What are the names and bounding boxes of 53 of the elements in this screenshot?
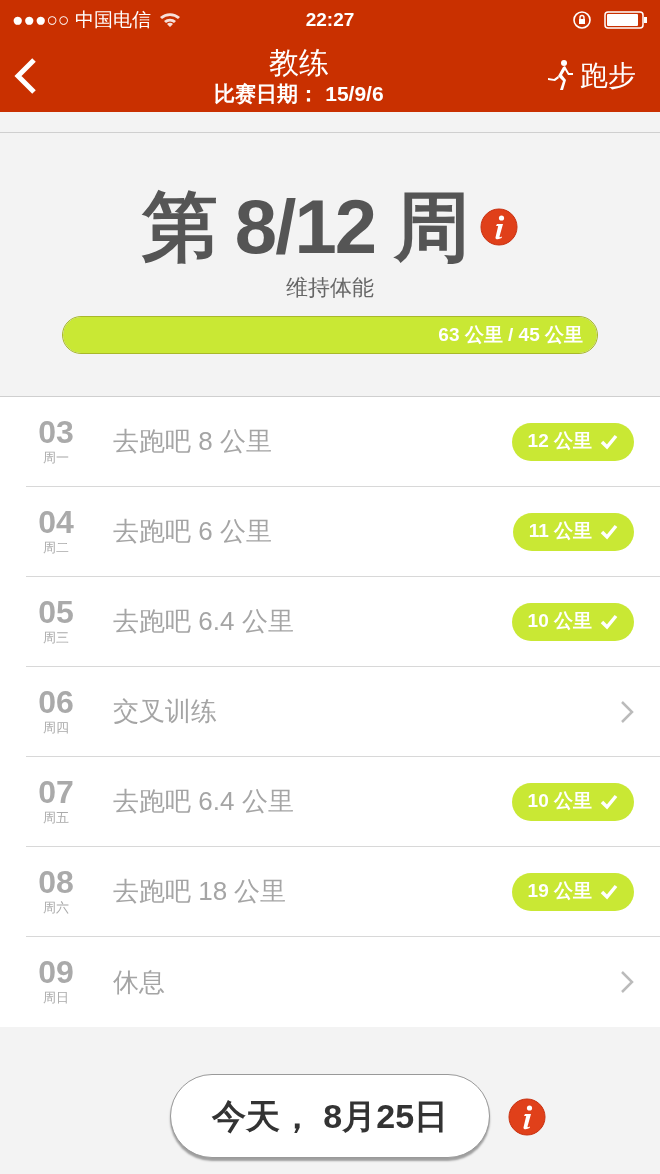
carrier-signal: ●●●○○ 中国电信	[12, 7, 151, 32]
chevron-icon	[620, 970, 634, 994]
battery-icon	[604, 10, 648, 30]
workout-row[interactable]: 08 周六 去跑吧 18 公里 19 公里	[26, 847, 660, 937]
race-date: 比赛日期： 15/9/6	[214, 81, 384, 107]
workout-label: 去跑吧 6 公里	[113, 515, 273, 548]
day-number: 07	[38, 775, 74, 808]
day-number: 04	[38, 505, 74, 538]
completed-badge: 11 公里	[512, 512, 634, 551]
day-number: 06	[38, 685, 74, 718]
check-icon	[600, 523, 618, 540]
completed-badge: 10 公里	[511, 602, 634, 641]
phase-label: 维持体能	[286, 274, 374, 302]
workout-label: 去跑吧 18 公里	[113, 875, 288, 908]
weekday-label: 周二	[43, 538, 69, 557]
check-icon	[600, 793, 618, 810]
workout-label: 休息	[113, 965, 166, 999]
weekday-label: 周六	[43, 898, 69, 917]
chevron-icon	[620, 699, 634, 724]
workout-label: 交叉训练	[113, 695, 218, 728]
day-number: 03	[38, 415, 74, 448]
workout-row[interactable]: 07 周五 去跑吧 6.4 公里 10 公里	[26, 757, 660, 847]
check-icon	[600, 883, 618, 900]
weekday-label: 周三	[43, 628, 69, 647]
rotation-lock-icon	[572, 10, 592, 30]
day-number: 08	[38, 865, 74, 898]
workout-label: 去跑吧 6.4 公里	[113, 785, 295, 818]
day-number: 05	[38, 595, 74, 628]
week-title: 第 8/12 周	[141, 183, 469, 271]
workout-row[interactable]: 09 周日 休息	[26, 937, 660, 1027]
workout-row[interactable]: 06 周四 交叉训练	[26, 667, 660, 757]
workout-row[interactable]: 05 周三 去跑吧 6.4 公里 10 公里	[26, 577, 660, 667]
weekday-label: 周四	[43, 718, 69, 737]
completed-badge: 10 公里	[511, 782, 634, 821]
weekday-label: 周日	[43, 989, 69, 1008]
completed-badge: 19 公里	[511, 872, 634, 911]
info-icon[interactable]	[508, 1098, 546, 1136]
info-icon[interactable]	[480, 208, 519, 246]
workout-label: 去跑吧 8 公里	[113, 425, 273, 458]
completed-badge: 12 公里	[511, 422, 634, 461]
distance-reading: 63 公里 / 45 公里	[438, 322, 583, 347]
workout-label: 去跑吧 6.4 公里	[113, 605, 295, 638]
workout-row[interactable]: 04 周二 去跑吧 6 公里 11 公里	[26, 487, 660, 577]
wifi-icon	[158, 12, 181, 28]
check-icon	[600, 613, 618, 630]
page-title: 教练	[269, 45, 329, 81]
clock-time: 22:27	[305, 7, 355, 32]
weekday-label: 周五	[43, 808, 69, 827]
runner-icon	[546, 59, 576, 93]
check-icon	[600, 433, 618, 450]
day-number: 09	[38, 956, 74, 989]
today-button[interactable]: 今天， 8月25日	[170, 1074, 490, 1158]
run-button[interactable]: 跑步	[546, 55, 648, 97]
